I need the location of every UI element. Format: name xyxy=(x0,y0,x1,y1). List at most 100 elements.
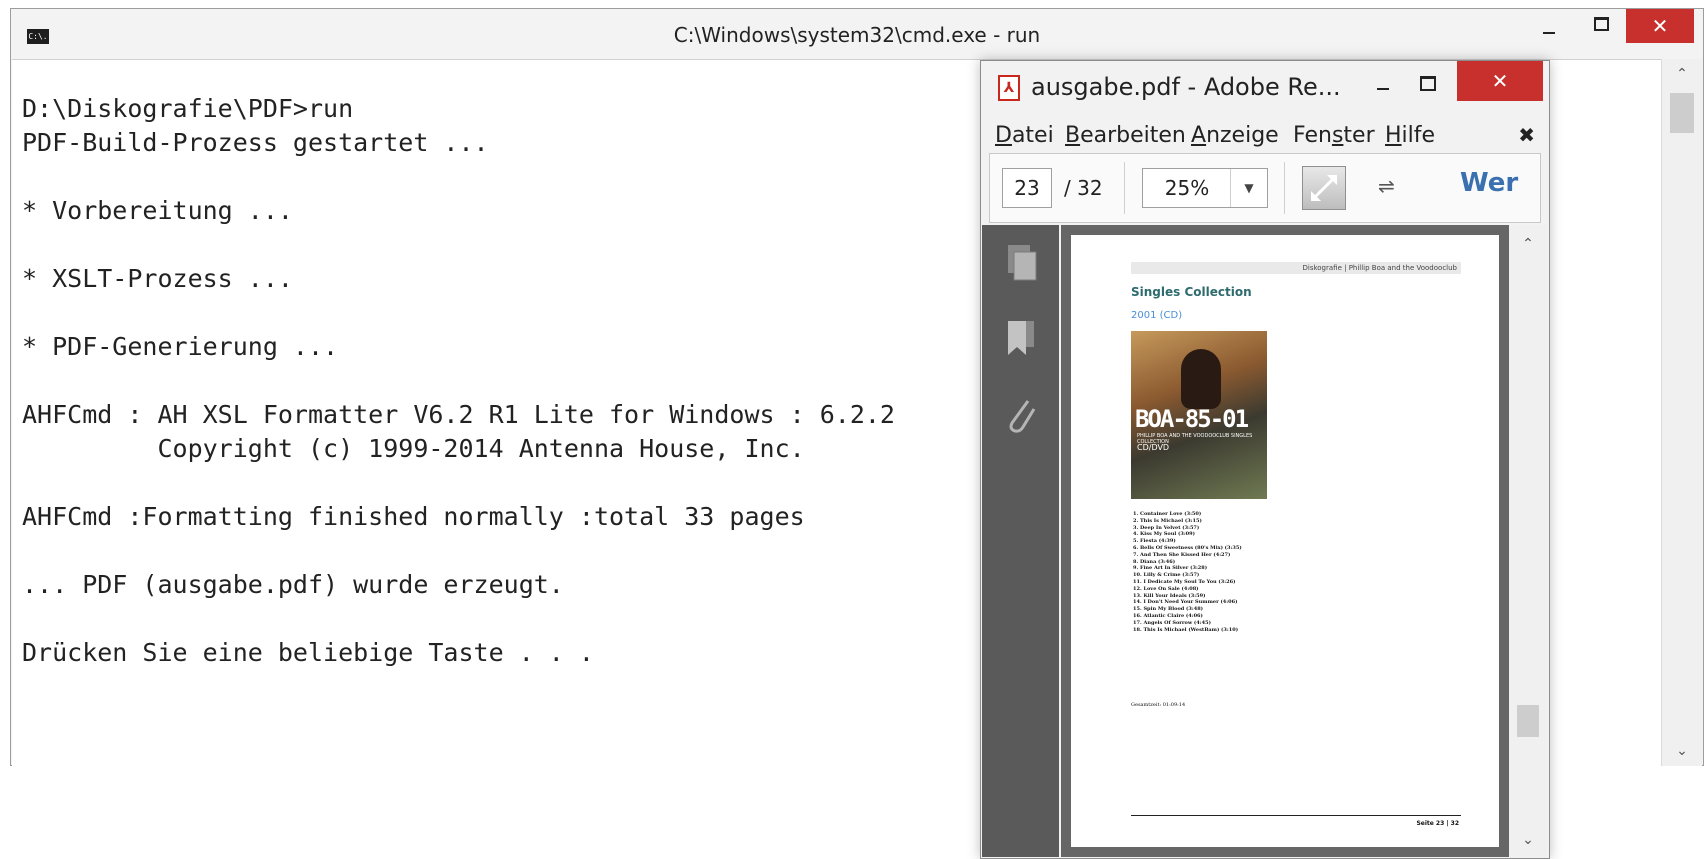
toolbar-separator xyxy=(1284,162,1285,214)
track-item: 15. Spin My Blood (3:48) xyxy=(1133,606,1204,613)
close-document-icon[interactable]: ✖ xyxy=(1518,123,1535,147)
scroll-down-icon[interactable]: ⌄ xyxy=(1662,736,1702,766)
track-item: 7. And Then She Kissed Her (4:27) xyxy=(1133,551,1231,558)
maximize-icon xyxy=(1593,16,1609,31)
total-pages-label: / 32 xyxy=(1064,176,1103,200)
page-header-text: Diskografie | Phillip Boa and the Voodoo… xyxy=(1302,264,1457,272)
menu-bar: Datei Bearbeiten Anzeige Fenster Hilfe ✖ xyxy=(981,117,1549,153)
console-lines: D:\Diskografie\PDF>run PDF-Build-Prozess … xyxy=(22,92,895,670)
page-header: Diskografie | Phillip Boa and the Voodoo… xyxy=(1131,262,1461,274)
menu-label-post: nzeige xyxy=(1206,123,1279,148)
more-tools-icon[interactable]: ⇌ xyxy=(1378,174,1395,198)
footer-rule xyxy=(1131,815,1461,816)
menu-accel: H xyxy=(1385,123,1402,148)
menu-fenster[interactable]: Fenster xyxy=(1293,123,1375,148)
track-item: 1. Container Love (3:50) xyxy=(1133,511,1202,517)
track-item: 6. Bells Of Sweetness (80's Mix) (3:35) xyxy=(1133,544,1242,551)
bookmark-svg xyxy=(1008,321,1034,355)
track-list: 1. Container Love (3:50) 2. This Is Micha… xyxy=(1133,511,1242,633)
menu-hilfe[interactable]: Hilfe xyxy=(1385,123,1435,148)
cmd-maximize-button[interactable] xyxy=(1581,9,1621,43)
track-item: 5. Fiesta (4:39) xyxy=(1133,538,1176,545)
paperclip-svg xyxy=(1009,400,1036,433)
expand-icon xyxy=(1311,175,1337,201)
album-cover: BOA-85-01 PHILLIP BOA AND THE VOODOOCLUB… xyxy=(1131,331,1267,499)
pdf-close-button[interactable]: ✕ xyxy=(1457,61,1543,101)
fullscreen-button[interactable] xyxy=(1302,166,1346,210)
menu-label-post: earbeiten xyxy=(1080,123,1186,148)
track-item: 18. This Is Michael (WestBam) (3:10) xyxy=(1133,626,1239,633)
pdf-minimize-button[interactable] xyxy=(1363,61,1403,95)
track-item: 16. Atlantic Claire (4:06) xyxy=(1133,612,1203,619)
console-line: * PDF-Generierung ... xyxy=(22,332,339,361)
menu-label-post: ter xyxy=(1343,123,1375,148)
cover-title: BOA-85-01 xyxy=(1135,405,1249,433)
menu-accel: D xyxy=(995,123,1012,148)
page-footer: Seite 23 | 32 xyxy=(1416,820,1459,827)
track-item: 12. Love On Sale (4:08) xyxy=(1133,585,1199,592)
maximize-icon xyxy=(1420,76,1436,91)
menu-datei[interactable]: Datei xyxy=(995,123,1054,148)
scrollbar-thumb[interactable] xyxy=(1670,93,1694,133)
console-line: Copyright (c) 1999-2014 Antenna House, I… xyxy=(22,434,805,463)
cover-figure xyxy=(1181,349,1221,409)
pdf-maximize-button[interactable] xyxy=(1408,61,1448,95)
toolbar-separator xyxy=(1124,162,1125,214)
console-line: * XSLT-Prozess ... xyxy=(22,264,293,293)
menu-accel: A xyxy=(1191,123,1207,148)
zoom-select[interactable]: 25% ▼ xyxy=(1142,168,1268,208)
album-title: Singles Collection xyxy=(1131,285,1252,299)
console-line: PDF-Build-Prozess gestartet ... xyxy=(22,128,489,157)
scroll-up-icon[interactable]: ⌃ xyxy=(1662,59,1702,89)
pages-svg xyxy=(1008,245,1037,281)
cover-code: CD/DVD xyxy=(1137,443,1170,452)
menu-anzeige[interactable]: Anzeige xyxy=(1191,123,1279,148)
cmd-vertical-scrollbar[interactable]: ⌃ ⌄ xyxy=(1661,59,1702,766)
menu-accel: s xyxy=(1331,123,1344,148)
console-line: D:\Diskografie\PDF>run xyxy=(22,94,354,123)
chevron-down-icon[interactable]: ▼ xyxy=(1230,169,1267,207)
cmd-close-button[interactable]: ✕ xyxy=(1626,9,1694,43)
pdf-vertical-scrollbar[interactable]: ⌃ ⌄ xyxy=(1509,225,1547,857)
pages-icon[interactable] xyxy=(1004,243,1038,283)
cmd-titlebar[interactable]: C:\. C:\Windows\system32\cmd.exe - run ✕ xyxy=(11,9,1703,59)
menu-label-pre: Fen xyxy=(1293,123,1332,148)
scroll-down-icon[interactable]: ⌄ xyxy=(1509,825,1547,855)
toolbar-cut-label[interactable]: Wer xyxy=(1460,168,1518,198)
console-line: Drücken Sie eine beliebige Taste . . . xyxy=(22,638,594,667)
zoom-value: 25% xyxy=(1164,176,1210,200)
attachment-icon[interactable] xyxy=(1004,395,1038,435)
console-line: AHFCmd :Formatting finished normally :to… xyxy=(22,502,805,531)
total-time: Gesamtzeit: 01:09:14 xyxy=(1131,702,1186,708)
minimize-icon xyxy=(1543,31,1555,34)
bookmark-icon[interactable] xyxy=(1004,319,1038,359)
console-line: * Vorbereitung ... xyxy=(22,196,293,225)
pdf-titlebar[interactable]: ⅄ ausgabe.pdf - Adobe Re... ✕ xyxy=(981,61,1549,117)
menu-bearbeiten[interactable]: Bearbeiten xyxy=(1065,123,1186,148)
minimize-icon xyxy=(1377,87,1389,90)
track-item: 17. Angels Of Sorrow (4:45) xyxy=(1133,619,1211,626)
adobe-reader-window[interactable]: ⅄ ausgabe.pdf - Adobe Re... ✕ Datei Bear… xyxy=(980,60,1550,859)
menu-label-post: ilfe xyxy=(1401,123,1436,148)
cmd-window-title: C:\Windows\system32\cmd.exe - run xyxy=(673,23,1041,47)
pdf-page: Diskografie | Phillip Boa and the Voodoo… xyxy=(1071,235,1499,847)
cmd-minimize-button[interactable] xyxy=(1529,9,1569,43)
track-item: 2. This Is Michael (3:15) xyxy=(1133,517,1202,524)
current-page-input[interactable]: 23 xyxy=(1002,168,1052,208)
pdf-toolbar: 23 / 32 25% ▼ ⇌ Wer xyxy=(989,153,1541,223)
scrollbar-thumb[interactable] xyxy=(1517,705,1539,737)
scroll-up-icon[interactable]: ⌃ xyxy=(1509,229,1547,259)
console-line: AHFCmd : AH XSL Formatter V6.2 R1 Lite f… xyxy=(22,400,895,429)
console-line: ... PDF (ausgabe.pdf) wurde erzeugt. xyxy=(22,570,564,599)
pdf-app-icon[interactable]: ⅄ xyxy=(998,75,1020,101)
menu-label-post: atei xyxy=(1011,123,1054,148)
navigation-sidepanel xyxy=(982,225,1059,857)
document-viewport[interactable]: Diskografie | Phillip Boa and the Voodoo… xyxy=(1061,225,1509,857)
